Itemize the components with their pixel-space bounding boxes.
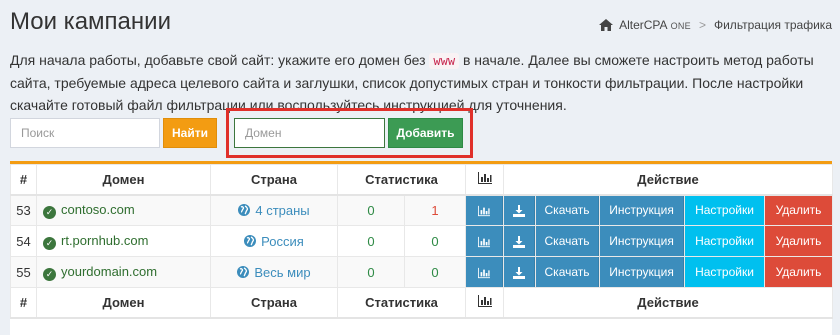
campaigns-table: # Домен Страна Статистика Действие 53 ✓ c… (10, 164, 834, 319)
bar-chart-icon (477, 294, 492, 307)
page-title: Мои кампании (10, 8, 171, 35)
download-button[interactable]: Скачать (536, 195, 600, 225)
download-icon (513, 205, 526, 218)
breadcrumb-root[interactable]: AlterCPA ONE (619, 18, 691, 32)
delete-button[interactable]: Удалить (765, 195, 833, 225)
search-input[interactable] (10, 118, 160, 148)
table-header-row: # Домен Страна Статистика Действие (10, 164, 834, 196)
col-chart (465, 164, 505, 196)
download-icon-button[interactable] (504, 226, 536, 256)
settings-button[interactable]: Настройки (685, 195, 765, 225)
col-num: # (10, 164, 37, 196)
col-stats: Статистика (336, 164, 467, 196)
settings-button[interactable]: Настройки (685, 257, 765, 287)
breadcrumb: AlterCPA ONE > Фильтрация трафика (599, 18, 832, 32)
delete-button[interactable]: Удалить (765, 257, 833, 287)
row-country[interactable]: Россия (210, 225, 338, 257)
instruction-button[interactable]: Инструкция (600, 226, 685, 256)
table-row: 53 ✓ contoso.com 4 страны 0 1 Скачать Инс… (10, 194, 834, 226)
breadcrumb-current: Фильтрация трафика (713, 18, 832, 32)
foot-num: # (10, 287, 37, 319)
find-button[interactable]: Найти (163, 118, 217, 148)
row-id: 55 (10, 256, 37, 288)
stat-ok: 0 (337, 256, 405, 288)
download-icon (513, 266, 526, 279)
stat-ok: 0 (337, 225, 405, 257)
instruction-button[interactable]: Инструкция (600, 257, 685, 287)
download-button[interactable]: Скачать (536, 257, 600, 287)
bar-chart-icon (478, 205, 491, 217)
foot-stats: Статистика (336, 287, 467, 319)
table-row: 55 ✓ yourdomain.com Весь мир 0 0 Скачать … (10, 256, 834, 288)
col-country: Страна (210, 164, 338, 196)
content-header: Мои кампании AlterCPA ONE > Фильтрация тр… (10, 6, 832, 38)
download-icon (513, 235, 526, 248)
home-icon (599, 19, 614, 31)
delete-button[interactable]: Удалить (765, 226, 833, 256)
breadcrumb-separator: > (698, 18, 706, 32)
globe-icon (244, 234, 257, 247)
row-country[interactable]: Весь мир (210, 256, 338, 288)
bar-chart-icon (478, 236, 491, 247)
col-action: Действие (503, 164, 834, 196)
check-circle-icon: ✓ (43, 205, 56, 219)
download-icon-button[interactable] (504, 195, 536, 225)
stat-ok: 0 (337, 194, 405, 226)
table-row: 54 ✓ rt.pornhub.com Россия 0 0 Скачать Ин… (10, 225, 834, 257)
stats-button[interactable] (466, 257, 504, 287)
check-circle-icon: ✓ (43, 267, 56, 281)
stat-bad: 0 (403, 225, 467, 257)
foot-chart (465, 287, 505, 319)
stat-bad: 0 (403, 256, 467, 288)
stats-button[interactable] (466, 195, 504, 225)
bar-chart-icon (478, 267, 491, 278)
www-code: www (429, 53, 460, 69)
foot-country: Страна (210, 287, 338, 319)
row-id: 53 (10, 194, 37, 226)
table-footer-row: # Домен Страна Статистика Действие (10, 287, 834, 319)
foot-action: Действие (503, 287, 834, 319)
row-domain[interactable]: ✓ rt.pornhub.com (36, 225, 211, 257)
bar-chart-icon (477, 171, 492, 184)
row-id: 54 (10, 225, 37, 257)
globe-icon (238, 203, 251, 216)
campaigns-box: # Домен Страна Статистика Действие 53 ✓ c… (10, 161, 834, 335)
download-icon-button[interactable] (504, 257, 536, 287)
add-button[interactable]: Добавить (388, 118, 463, 148)
domain-input[interactable] (234, 118, 385, 148)
check-circle-icon: ✓ (43, 236, 56, 250)
row-domain[interactable]: ✓ contoso.com (36, 194, 211, 226)
globe-icon (237, 265, 250, 278)
row-domain[interactable]: ✓ yourdomain.com (36, 256, 211, 288)
foot-domain: Домен (36, 287, 211, 319)
col-domain: Домен (36, 164, 211, 196)
stats-button[interactable] (466, 226, 504, 256)
settings-button[interactable]: Настройки (685, 226, 765, 256)
instruction-button[interactable]: Инструкция (600, 195, 685, 225)
intro-text: Для начала работы, добавьте свой сайт: у… (10, 52, 814, 113)
download-button[interactable]: Скачать (536, 226, 600, 256)
stat-bad: 1 (403, 194, 467, 226)
row-country[interactable]: 4 страны (210, 194, 338, 226)
